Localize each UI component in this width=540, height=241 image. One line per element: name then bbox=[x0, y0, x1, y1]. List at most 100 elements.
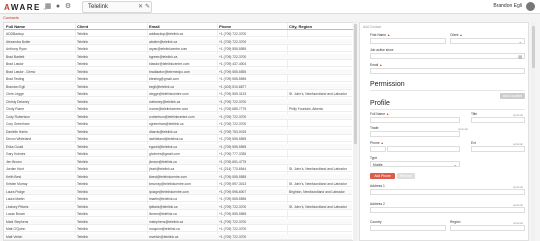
panel-section-label: Add Contact bbox=[363, 25, 382, 29]
table-row[interactable]: Brad Lawlor - Demo Telelink bradlawlor@tel… bbox=[4, 68, 352, 75]
table-row[interactable]: Anthony Ryan Telelink aryan@telelinkcentre… bbox=[4, 46, 352, 53]
table-row[interactable]: Jen Brown Telelink jbrown@telelink.ca +1 (7… bbox=[4, 158, 352, 165]
table-scrollbar[interactable] bbox=[353, 22, 357, 241]
address1-input[interactable] bbox=[370, 189, 525, 195]
country-code-select[interactable] bbox=[370, 146, 386, 152]
chevron-down-icon: ⌄ bbox=[453, 162, 457, 167]
first-name-input[interactable] bbox=[370, 38, 446, 44]
trade-input[interactable] bbox=[370, 131, 460, 137]
trade-label: Trade bbox=[370, 126, 379, 130]
cell-full-name: ADDBackup bbox=[6, 32, 24, 36]
header-email[interactable]: Email bbox=[149, 24, 217, 29]
table-row[interactable]: Laura Martin Telelink lmartin@telelink.ca +… bbox=[4, 196, 352, 203]
avatar[interactable] bbox=[526, 2, 535, 11]
table-row[interactable]: Gary Holmes Telelink gholmes@gmail.com +1 (… bbox=[4, 151, 352, 158]
table-row[interactable]: Devon Whiteland Telelink dwhiteland@teleli… bbox=[4, 136, 352, 143]
email-input[interactable] bbox=[370, 68, 525, 74]
table-row[interactable]: Brandon Egli Telelink begli@telelink.ca +1 … bbox=[4, 83, 352, 90]
table-row[interactable]: Kristen Murray Telelink kmurray@telelinkce… bbox=[4, 181, 352, 188]
breadcrumb[interactable]: Contacts bbox=[3, 15, 19, 20]
table-row[interactable]: Jordan Hunt Telelink jhunt@telelink.ca +1 (… bbox=[4, 166, 352, 173]
cell-client: Telelink bbox=[77, 182, 88, 186]
title-input[interactable] bbox=[471, 117, 525, 123]
table-row[interactable]: Mark Stephens Telelink mstephens@telelink.… bbox=[4, 218, 352, 225]
cell-city-region: St. John's, Newfoundland and Labrador bbox=[289, 182, 347, 186]
phone-input[interactable] bbox=[387, 146, 460, 152]
country-select[interactable] bbox=[370, 225, 446, 231]
cell-full-name: Laura Podge bbox=[6, 189, 25, 194]
table-row[interactable]: Brad Lawlor Telelink blawlor@telelinkcentr… bbox=[4, 61, 352, 68]
client-select[interactable]: ⌄ bbox=[450, 38, 525, 44]
cell-full-name: Mark Stephens bbox=[6, 219, 29, 224]
cell-phone: +1 (709) 555-5555 bbox=[219, 137, 247, 141]
ext-input[interactable] bbox=[471, 146, 525, 152]
cell-email: lpittaris@telelink.ca bbox=[149, 204, 178, 209]
table-row[interactable]: Cody Robertson Telelink crobertson@telelin… bbox=[4, 113, 352, 120]
table-row[interactable]: Brad Bartlett Telelink bgreen@telelink.ca +… bbox=[4, 53, 352, 60]
cell-full-name: Chris Legge bbox=[6, 92, 24, 96]
table-row[interactable]: Laura Podge Telelink lpodge@telelinkcentre… bbox=[4, 188, 352, 195]
table-row[interactable]: Matt O'Quinn Telelink moquinn@telelink.ca +… bbox=[4, 226, 352, 233]
cell-email: lbrown@telelink.ca bbox=[149, 212, 177, 216]
add-location-button[interactable]: Add Location bbox=[500, 93, 525, 99]
cell-phone: +1 (709) 555-5555 bbox=[219, 174, 247, 179]
table-row[interactable]: Cindy Rome Telelink crome@telelinkcentre.c… bbox=[4, 106, 352, 113]
table-row[interactable]: ADDBackup Telelink addbackup@telelink.ca +1… bbox=[4, 31, 352, 38]
cell-client: Telelink bbox=[77, 107, 88, 111]
cell-client: Telelink bbox=[77, 197, 88, 201]
client-tab[interactable]: Telelink ✕ ✎ bbox=[82, 1, 152, 13]
cell-client: Telelink bbox=[77, 32, 88, 36]
table-row[interactable]: Cory Greenham Telelink cgreenham@telelink.… bbox=[4, 121, 352, 128]
cell-email: jbrown@telelink.ca bbox=[149, 159, 177, 164]
table-row[interactable]: Danielle Harris Telelink dharris@telelink.… bbox=[4, 128, 352, 135]
user-name[interactable]: Brandon Egli bbox=[493, 3, 522, 9]
cell-full-name: Christy Delaney bbox=[6, 99, 30, 104]
cell-client: Telelink bbox=[77, 84, 88, 89]
cell-email: mveitch@telelink.ca bbox=[149, 234, 179, 239]
app-logo[interactable]: AWARE rm bbox=[4, 2, 46, 12]
panel-scrollbar[interactable] bbox=[531, 22, 535, 241]
phone-label: Phone ▲ bbox=[370, 141, 384, 145]
cell-client: Telelink bbox=[77, 47, 88, 51]
remove-phone-button[interactable]: Remove bbox=[397, 173, 415, 179]
cell-full-name: Lindsey Pittaris bbox=[6, 204, 29, 209]
close-icon[interactable]: ✕ bbox=[138, 3, 143, 10]
grid-icon[interactable]: ▦ bbox=[44, 2, 52, 11]
job-active-input[interactable]: ▤ bbox=[370, 53, 525, 59]
table-row[interactable]: Christy Delaney Telelink cdelaney@telelink… bbox=[4, 98, 352, 105]
full-name-input[interactable] bbox=[370, 117, 460, 123]
table-row[interactable]: Chris Legge Telelink clegge@telelinkcentre… bbox=[4, 91, 352, 98]
logo-text: AWARE bbox=[4, 2, 41, 12]
header-full-name[interactable]: Full Name bbox=[6, 24, 74, 29]
edit-icon[interactable]: ✎ bbox=[145, 3, 150, 10]
header-phone[interactable]: Phone bbox=[219, 24, 287, 29]
cell-client: Telelink bbox=[77, 114, 88, 119]
address2-input[interactable] bbox=[370, 207, 525, 213]
table-row[interactable]: Keith Best Telelink kbest@telelinkcentre.c… bbox=[4, 173, 352, 180]
table-row[interactable]: Matt Veitch Telelink mveitch@telelink.ca +1… bbox=[4, 233, 352, 240]
address2-label: Address 2 bbox=[370, 202, 385, 206]
calendar-icon[interactable]: ▤ bbox=[518, 54, 522, 59]
add-phone-button[interactable]: Add Phone bbox=[370, 173, 395, 179]
header-city-region[interactable]: City, Region bbox=[289, 24, 354, 29]
table-row[interactable]: Brad Testing Telelink btesting@gmail.com +1… bbox=[4, 76, 352, 83]
table-row[interactable]: Lindsey Pittaris Telelink lpittaris@teleli… bbox=[4, 203, 352, 210]
cell-client: Telelink bbox=[77, 99, 88, 104]
cell-client: Telelink bbox=[77, 234, 88, 239]
region-select[interactable] bbox=[450, 225, 525, 231]
cell-phone: +1 (709) 722-3700 bbox=[219, 39, 247, 44]
header-client[interactable]: Client bbox=[77, 24, 145, 29]
table-row[interactable]: Alexandra Butler Telelink abutler@telelink… bbox=[4, 38, 352, 45]
table-row[interactable]: Lucas Brown Telelink lbrown@telelink.ca +1 … bbox=[4, 211, 352, 218]
cell-full-name: Brad Bartlett bbox=[6, 54, 25, 59]
cell-client: Telelink bbox=[77, 227, 88, 231]
user-icon[interactable]: ● bbox=[54, 2, 62, 11]
cell-client: Telelink bbox=[77, 129, 88, 134]
cell-email: crome@telelinkcentre.com bbox=[149, 107, 189, 111]
cell-phone: +1 (709) 555-5555 bbox=[219, 47, 247, 51]
cell-full-name: Brandon Egli bbox=[6, 84, 25, 89]
table-row[interactable]: Erika Gould Telelink egould@telelink.ca +1 … bbox=[4, 143, 352, 150]
phone-type-select[interactable]: Mobile ⌄ bbox=[370, 161, 460, 167]
gear-icon[interactable]: ⚙ bbox=[64, 2, 72, 11]
cell-full-name: Danielle Harris bbox=[6, 129, 28, 134]
